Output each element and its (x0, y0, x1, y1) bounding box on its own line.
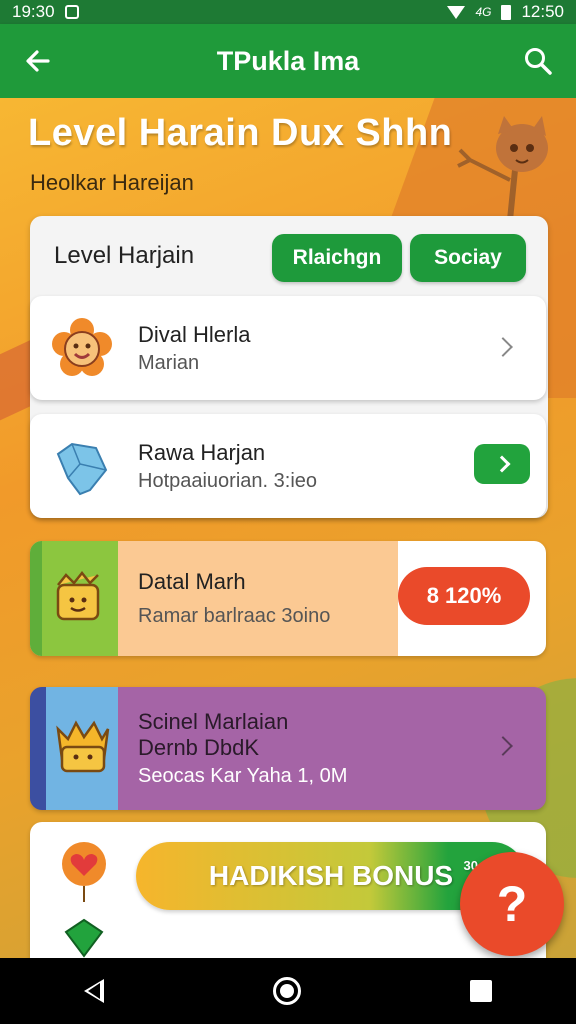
system-nav-bar (0, 958, 576, 1024)
secondary-pill-button[interactable]: Sociay (410, 234, 526, 282)
status-time: 19:30 (12, 2, 55, 21)
app-bar: TPukla Ima (0, 24, 576, 98)
list-item[interactable]: Dival Hlerla Marian (30, 296, 546, 400)
basket-face-icon (46, 565, 110, 629)
nav-recent-icon[interactable] (469, 980, 492, 1002)
primary-pill-button[interactable]: Rlaichgn (272, 234, 402, 282)
signal-icon: 4G (475, 5, 492, 19)
search-button[interactable] (518, 41, 558, 81)
chevron-right-icon (493, 455, 511, 473)
row-title: Rawa Harjan (138, 440, 266, 465)
list-item[interactable]: Rawa Harjan Hotpaaiuorian. 3:ieo (30, 414, 546, 518)
chevron-right-icon (493, 337, 513, 357)
balloon-heart-icon (52, 838, 116, 902)
nav-home-icon[interactable] (272, 977, 301, 1005)
row-subtitle: Marian (138, 352, 200, 374)
panel-header: Level Harjain (54, 242, 195, 269)
bonus-label: HADIKISH BONUS (208, 860, 454, 891)
status-clock: 12:50 (521, 2, 564, 21)
row-title: Scinel Marlaian (138, 709, 289, 734)
list-item[interactable]: Scinel Marlaian Dernb DbdK Seocas Kar Ya… (30, 687, 546, 810)
nav-back-icon[interactable] (84, 979, 105, 1003)
arrow-left-icon (26, 50, 50, 72)
row-subtitle: Ramar barlraac 3oino (138, 605, 331, 627)
go-button[interactable] (474, 444, 530, 484)
flower-face-icon (50, 316, 114, 380)
row-subtitle: Hotpaaiuorian. 3:ieo (138, 470, 318, 492)
page-title: Level Harain Dux Shhn (28, 112, 453, 154)
chevron-right-icon (493, 736, 513, 756)
help-icon: ? (496, 876, 528, 932)
diamond-hand-icon (50, 434, 114, 498)
battery-icon (501, 4, 512, 20)
percent-badge[interactable]: 8 120% (398, 567, 530, 625)
row-title: Dival Hlerla (138, 322, 251, 347)
row-title: Datal Marh (138, 569, 246, 594)
row-title-line2: Dernb DbdK (138, 735, 260, 760)
list-item[interactable]: Datal Marh Ramar barlraac 3oino 8 120% (30, 541, 546, 656)
gem-icon (52, 918, 116, 958)
wifi-icon (447, 5, 466, 19)
status-bar: 19:30 4G 12:50 (0, 0, 576, 24)
app-title: TPukla Ima (216, 45, 360, 76)
search-icon (525, 48, 552, 75)
help-fab-button[interactable]: ? (460, 852, 564, 956)
notification-icon (64, 5, 79, 19)
back-button[interactable] (18, 41, 58, 81)
crown-basket-icon (50, 715, 114, 779)
fox-mascot-icon (457, 116, 548, 220)
row-subtitle: Seocas Kar Yaha 1, 0M (138, 765, 348, 787)
page-subtitle: Heolkar Hareijan (30, 170, 194, 195)
